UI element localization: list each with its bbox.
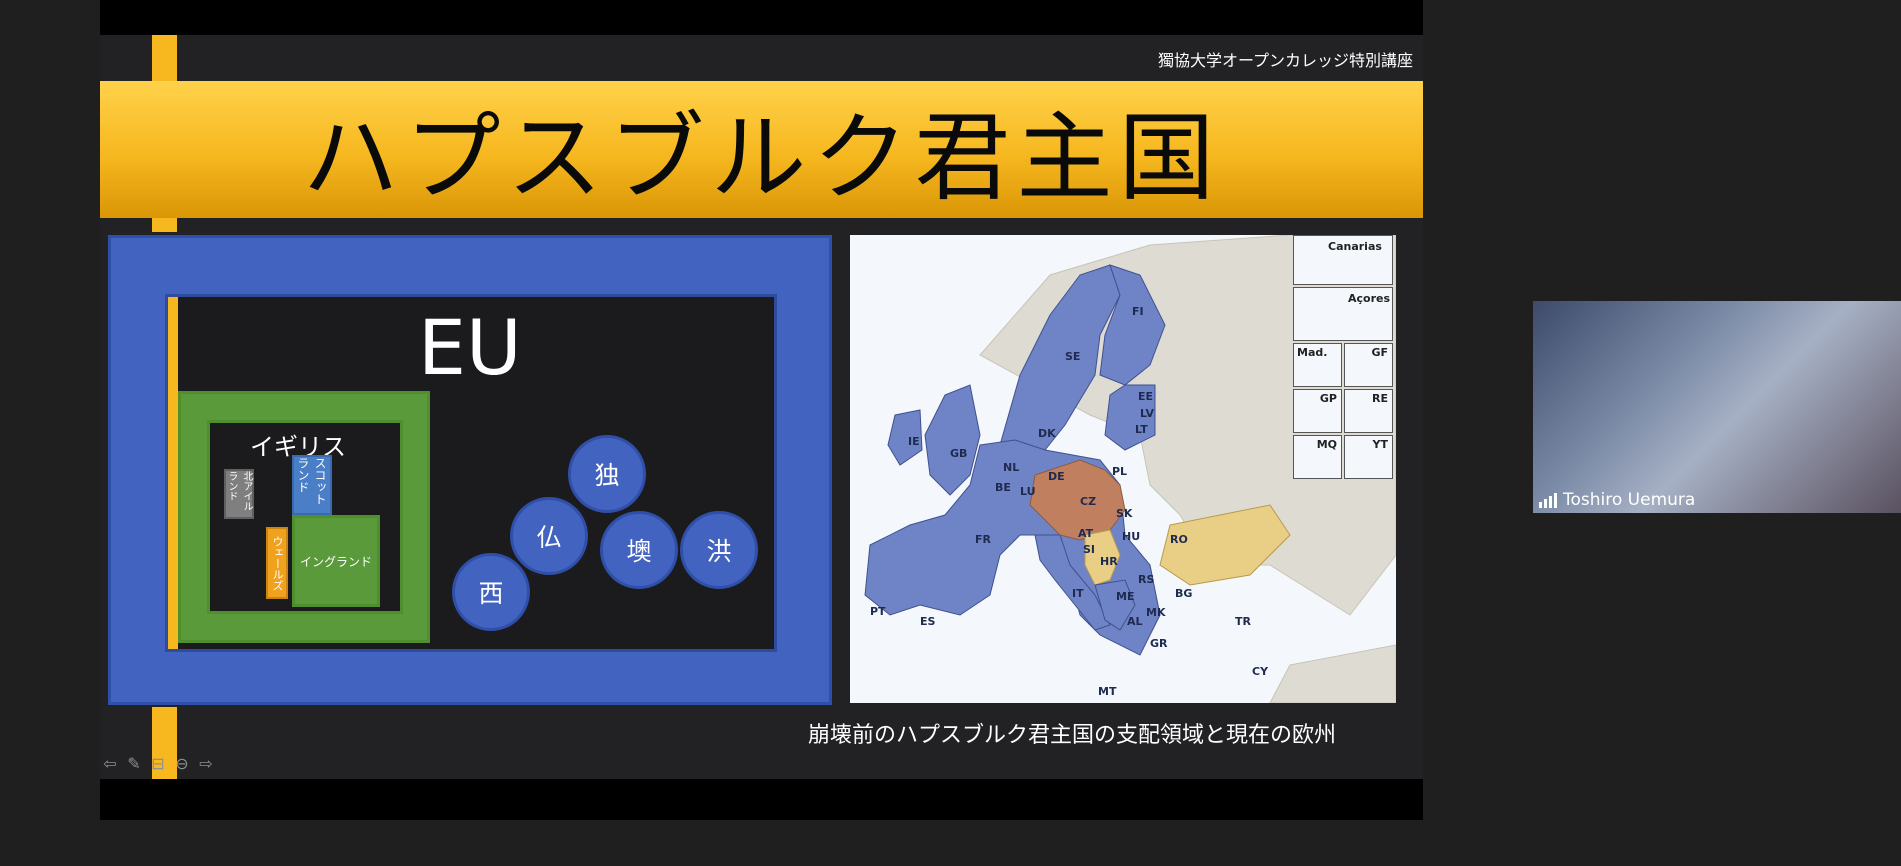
participant-video[interactable]: Toshiro Uemura bbox=[1533, 301, 1901, 513]
label-fi: FI bbox=[1132, 305, 1144, 318]
label-es: ES bbox=[920, 615, 936, 628]
label-rs: RS bbox=[1138, 573, 1154, 586]
more-options-icon[interactable]: ⊖ bbox=[172, 753, 192, 773]
label-lv: LV bbox=[1140, 407, 1154, 420]
inset-label: MQ bbox=[1316, 438, 1337, 451]
inset-label: GF bbox=[1371, 346, 1388, 359]
slideshow-controls: ⇦ ✎ ⊟ ⊖ ⇨ bbox=[100, 753, 216, 773]
label-fr: FR bbox=[975, 533, 992, 546]
label-it: IT bbox=[1072, 587, 1084, 600]
label-gb: GB bbox=[950, 447, 967, 460]
label-si: SI bbox=[1083, 543, 1095, 556]
map-caption: 崩壊前のハプスブルク君主国の支配領域と現在の欧州 bbox=[808, 723, 1337, 748]
eu-accent-bar bbox=[168, 297, 178, 649]
country-circle-austria: 墺 bbox=[600, 511, 678, 589]
label-dk: DK bbox=[1038, 427, 1056, 440]
inset-madeira: Mad. bbox=[1293, 343, 1342, 387]
inset-label: Açores bbox=[1348, 292, 1391, 305]
label-ee: EE bbox=[1138, 390, 1153, 403]
title-band: ハプスブルク君主国 bbox=[100, 81, 1423, 218]
scotland-box: スコットランド bbox=[292, 455, 332, 515]
label-al: AL bbox=[1127, 615, 1143, 628]
label-de: DE bbox=[1048, 470, 1065, 483]
uk-box: イギリス 北アイルランド スコットランド ウェールズ イングランド bbox=[178, 391, 430, 643]
slide-title: ハプスブルク君主国 bbox=[302, 102, 1221, 214]
label-ro: RO bbox=[1170, 533, 1188, 546]
label-at: AT bbox=[1078, 527, 1094, 540]
label-gr: GR bbox=[1150, 637, 1168, 650]
eu-label: EU bbox=[418, 303, 522, 392]
europe-map: FI SE EE LV LT IE GB DK NL BE LU DE PL C… bbox=[850, 235, 1396, 703]
country-circle-germany: 独 bbox=[568, 435, 646, 513]
pen-icon[interactable]: ✎ bbox=[124, 753, 144, 773]
country-circle-spain: 西 bbox=[452, 553, 530, 631]
uk-inner-box: イギリス 北アイルランド スコットランド ウェールズ イングランド bbox=[207, 420, 403, 614]
label-me: ME bbox=[1116, 590, 1134, 603]
label-bg: BG bbox=[1175, 587, 1192, 600]
accent-bar-mid bbox=[152, 218, 177, 232]
inset-acores: Açores bbox=[1293, 287, 1393, 341]
wales-box: ウェールズ bbox=[266, 527, 288, 599]
label-cy: CY bbox=[1252, 665, 1269, 678]
label-mk: MK bbox=[1146, 606, 1166, 619]
label-ie: IE bbox=[908, 435, 920, 448]
label-hr: HR bbox=[1100, 555, 1118, 568]
next-slide-icon[interactable]: ⇨ bbox=[196, 753, 216, 773]
label-lu: LU bbox=[1020, 485, 1036, 498]
inset-label: Mad. bbox=[1297, 346, 1328, 359]
inset-label: GP bbox=[1319, 392, 1337, 405]
label-sk: SK bbox=[1116, 507, 1133, 520]
label-tr: TR bbox=[1235, 615, 1252, 628]
slide: 獨協大学オープンカレッジ特別講座 ハプスブルク君主国 EU イギリス 北アイルラ… bbox=[100, 35, 1423, 779]
label-se: SE bbox=[1065, 350, 1080, 363]
label-pl: PL bbox=[1112, 465, 1127, 478]
presentation-frame: 獨協大学オープンカレッジ特別講座 ハプスブルク君主国 EU イギリス 北アイルラ… bbox=[100, 0, 1423, 820]
participant-name: Toshiro Uemura bbox=[1563, 490, 1696, 510]
participant-name-tag: Toshiro Uemura bbox=[1539, 490, 1695, 510]
label-nl: NL bbox=[1003, 461, 1019, 474]
inset-gf: GF bbox=[1344, 343, 1393, 387]
eu-box: EU イギリス 北アイルランド スコットランド ウェールズ イングランド 独 仏… bbox=[165, 294, 777, 652]
northern-ireland-box: 北アイルランド bbox=[224, 469, 254, 519]
country-circle-hungary: 洪 bbox=[680, 511, 758, 589]
label-mt: MT bbox=[1098, 685, 1117, 698]
non-eu-land-south bbox=[1269, 644, 1396, 703]
slides-menu-icon[interactable]: ⊟ bbox=[148, 753, 168, 773]
inset-yt: YT bbox=[1344, 435, 1393, 479]
eu-diagram: EU イギリス 北アイルランド スコットランド ウェールズ イングランド 独 仏… bbox=[108, 235, 832, 705]
label-hu: HU bbox=[1122, 530, 1140, 543]
map-insets: Canarias Açores Mad. GF GP RE MQ YT bbox=[1293, 235, 1395, 479]
inset-canarias: Canarias bbox=[1293, 235, 1393, 285]
country-circle-france: 仏 bbox=[510, 497, 588, 575]
inset-label: YT bbox=[1372, 438, 1388, 451]
inset-label: Canarias bbox=[1328, 240, 1382, 253]
previous-slide-icon[interactable]: ⇦ bbox=[100, 753, 120, 773]
inset-mq: MQ bbox=[1293, 435, 1342, 479]
label-pt: PT bbox=[870, 605, 886, 618]
inset-label: RE bbox=[1372, 392, 1388, 405]
accent-bar-top bbox=[152, 35, 177, 81]
inset-re: RE bbox=[1344, 389, 1393, 433]
label-be: BE bbox=[995, 481, 1011, 494]
label-cz: CZ bbox=[1080, 495, 1096, 508]
inset-gp: GP bbox=[1293, 389, 1342, 433]
signal-bars-icon bbox=[1539, 492, 1557, 508]
label-lt: LT bbox=[1135, 423, 1148, 436]
lecture-header: 獨協大学オープンカレッジ特別講座 bbox=[1157, 51, 1413, 70]
england-box: イングランド bbox=[292, 515, 380, 607]
